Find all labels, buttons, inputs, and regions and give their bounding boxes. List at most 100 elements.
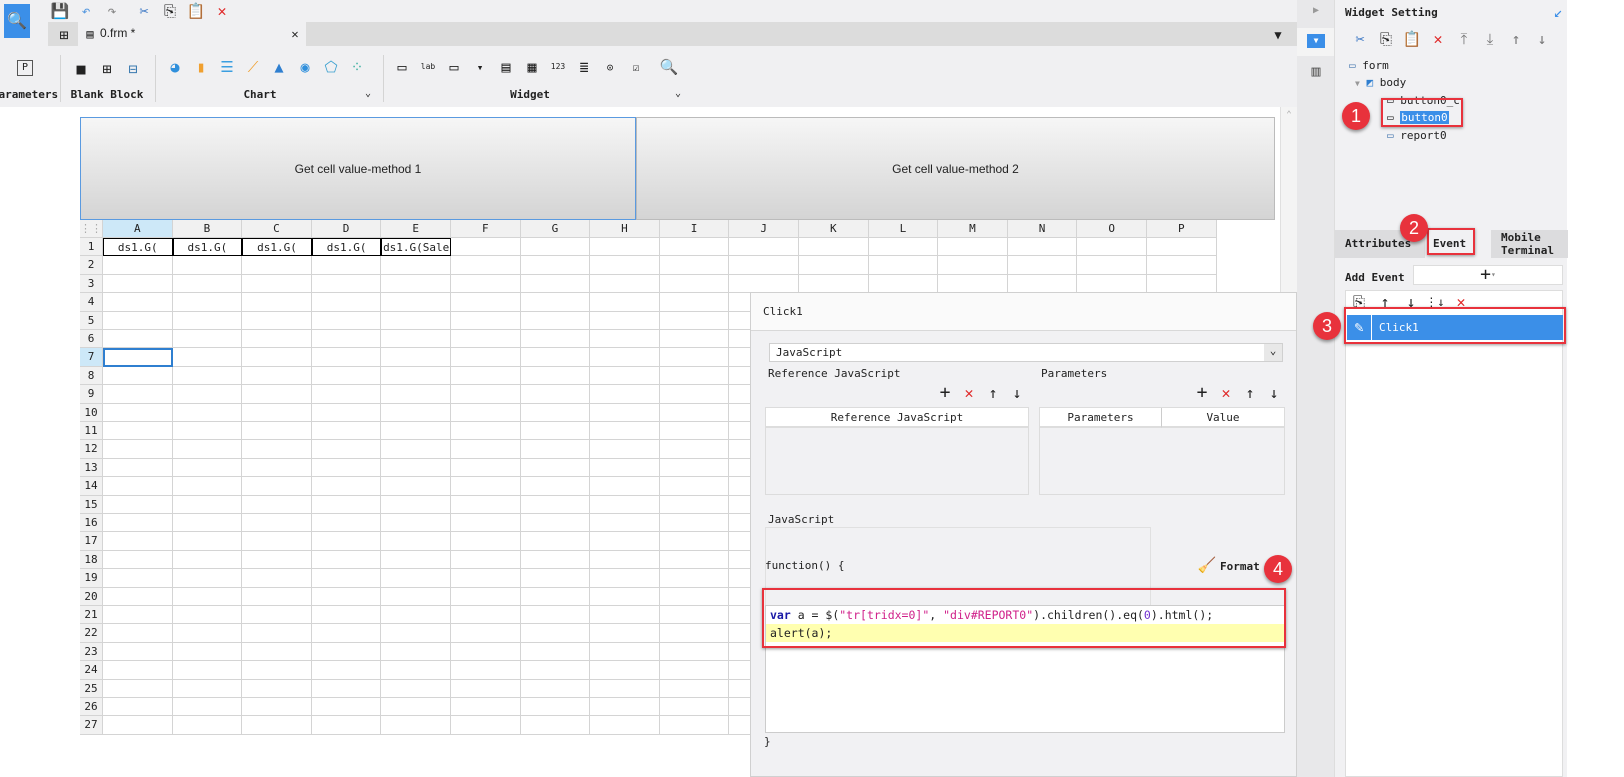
gauge-chart-icon[interactable]: ◉ [296, 58, 314, 76]
grid-cell[interactable] [590, 550, 660, 570]
grid-cell[interactable] [381, 661, 451, 680]
grid-cell[interactable] [520, 458, 591, 478]
grid-cell[interactable] [381, 716, 451, 735]
column-header[interactable]: E [381, 220, 451, 238]
row-header[interactable]: 19 [80, 569, 103, 588]
grid-cell[interactable] [659, 311, 730, 330]
row-header[interactable]: 1 [80, 238, 103, 257]
row-header[interactable]: 21 [80, 606, 103, 625]
move-up-param-icon[interactable]: ↑ [1242, 385, 1258, 401]
label-widget-icon[interactable]: lab [418, 58, 438, 76]
grid-cell[interactable] [103, 698, 173, 717]
grid-cell[interactable] [451, 348, 521, 367]
column-header[interactable]: N [1007, 220, 1078, 238]
grid-cell[interactable] [103, 661, 173, 680]
grid-cell[interactable] [520, 495, 591, 514]
grid-cell[interactable] [1007, 256, 1078, 275]
grid-cell[interactable] [242, 661, 312, 680]
grid-cell[interactable] [311, 311, 382, 330]
move-down-ref-icon[interactable]: ↓ [1009, 385, 1025, 401]
grid-cell[interactable] [590, 348, 660, 367]
grid-cell[interactable] [868, 238, 939, 257]
column-header[interactable]: H [590, 220, 660, 238]
grid-cell[interactable] [659, 587, 730, 606]
grid-cell[interactable] [451, 624, 521, 643]
row-header[interactable]: 14 [80, 477, 103, 496]
row-header[interactable]: 22 [80, 624, 103, 643]
grid-cell[interactable] [451, 550, 521, 570]
grid-cell[interactable] [590, 661, 660, 680]
grid-cell[interactable] [242, 514, 312, 533]
grid-cell[interactable] [381, 532, 451, 551]
add-event-button[interactable]: + ▾ [1413, 265, 1563, 285]
grid-cell[interactable] [451, 514, 521, 533]
move-bottom-icon[interactable]: ⤓ [1481, 30, 1499, 48]
column-header[interactable]: K [799, 220, 869, 238]
grid-cell[interactable] [659, 440, 730, 459]
grid-cell[interactable] [1007, 238, 1078, 257]
grid-cell[interactable] [103, 606, 173, 625]
grid-cell[interactable] [590, 679, 660, 698]
radio-widget-icon[interactable]: ⊙ [600, 58, 620, 76]
grid-cell[interactable] [1077, 274, 1147, 294]
add-ref-icon[interactable]: + [937, 384, 953, 402]
grid-cell[interactable] [659, 477, 730, 496]
row-header[interactable]: 27 [80, 716, 103, 735]
grid-cell[interactable] [590, 238, 660, 257]
grid-cell[interactable] [659, 550, 730, 570]
grid-cell[interactable] [520, 348, 591, 367]
grid-cell[interactable] [172, 422, 243, 441]
blank-block-icon[interactable]: ■ [72, 60, 90, 78]
grid-cell[interactable] [381, 606, 451, 625]
grid-cell[interactable] [103, 330, 173, 349]
grid-cell[interactable] [1077, 238, 1147, 257]
app-logo-icon[interactable]: 🔍 [4, 4, 30, 38]
event-type-select[interactable]: JavaScript ⌄ [769, 343, 1283, 362]
grid-cell[interactable] [172, 624, 243, 643]
grid-cell[interactable] [103, 385, 173, 404]
grid-cell[interactable] [381, 477, 451, 496]
grid-cell[interactable] [451, 698, 521, 717]
grid-cell[interactable] [659, 532, 730, 551]
grid-cell[interactable] [590, 440, 660, 459]
grid-cell[interactable] [1147, 256, 1217, 275]
grid-cell[interactable] [520, 550, 591, 570]
delete-widget-icon[interactable]: ✕ [1429, 30, 1447, 48]
grid-cell[interactable] [451, 311, 521, 330]
grid-cell[interactable] [311, 550, 382, 570]
grid-cell[interactable] [311, 642, 382, 662]
grid-cell[interactable] [729, 274, 799, 294]
column-header[interactable]: B [172, 220, 243, 238]
grid-cell[interactable] [381, 366, 451, 386]
grid-cell[interactable] [938, 274, 1008, 294]
grid-cell[interactable] [659, 256, 730, 275]
grid-cell[interactable] [590, 403, 660, 422]
tab-menu-icon[interactable]: ▼ [1270, 27, 1286, 43]
move-top-icon[interactable]: ⤒ [1455, 30, 1473, 48]
grid-cell[interactable] [311, 661, 382, 680]
grid-cell[interactable] [520, 587, 591, 606]
grid-cell[interactable] [103, 348, 173, 367]
grid-cell[interactable] [242, 422, 312, 441]
grid-cell[interactable] [451, 330, 521, 349]
textfield-widget-icon[interactable]: ▭ [444, 58, 464, 76]
close-tab-icon[interactable]: ✕ [288, 27, 302, 41]
button-widget-icon[interactable]: ▭ [392, 58, 412, 76]
grid-cell[interactable] [520, 274, 591, 294]
row-header[interactable]: 3 [80, 274, 103, 294]
grid-cell[interactable] [520, 679, 591, 698]
line-chart-icon[interactable]: ⟋ [244, 58, 262, 76]
number-widget-icon[interactable]: 123 [548, 58, 568, 76]
row-header[interactable]: 24 [80, 661, 103, 680]
hbar-chart-icon[interactable]: ☰ [218, 58, 236, 76]
grid-cell[interactable] [590, 514, 660, 533]
grid-cell[interactable] [172, 532, 243, 551]
grid-cell[interactable] [659, 422, 730, 441]
grid-cell[interactable] [381, 348, 451, 367]
copy-icon[interactable]: ⎘ [160, 2, 180, 20]
grid-cell[interactable] [451, 293, 521, 312]
grid-cell[interactable] [242, 403, 312, 422]
grid-cell[interactable] [311, 698, 382, 717]
grid-cell[interactable] [311, 293, 382, 312]
grid-cell[interactable] [381, 256, 451, 275]
